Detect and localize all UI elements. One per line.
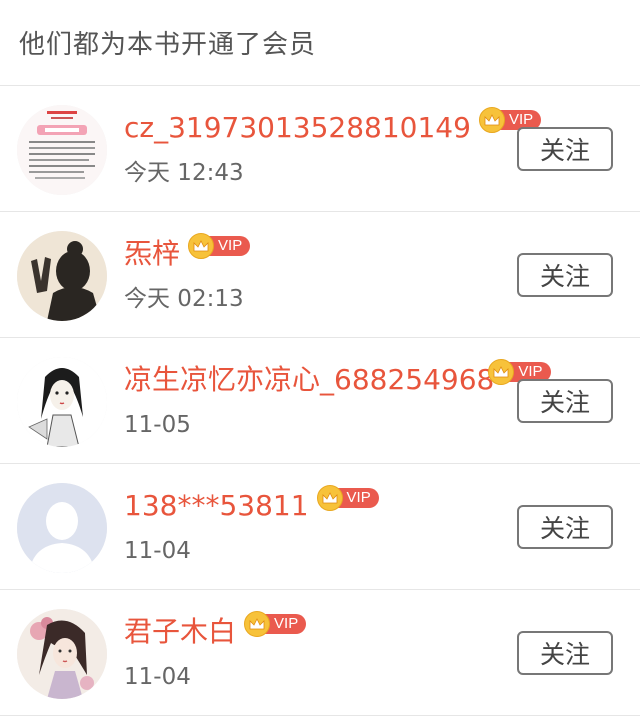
follow-button[interactable]: 关注 [517, 379, 613, 423]
list-item[interactable]: cz_31973013528810149 VIP 今天 12:43 关注 [0, 86, 640, 212]
crown-icon [478, 107, 505, 133]
join-time: 今天 12:43 [124, 160, 244, 186]
join-time: 11-05 [124, 412, 191, 438]
follow-button[interactable]: 关注 [517, 127, 613, 171]
name-line: 君子木白 VIP [124, 611, 307, 652]
ink-girl-avatar-icon [17, 357, 107, 447]
default-avatar-icon [17, 483, 107, 573]
join-time: 11-04 [124, 664, 191, 690]
screenshot-avatar-icon [17, 105, 107, 195]
vip-badge: VIP [316, 485, 379, 511]
avatar[interactable] [17, 105, 107, 195]
vip-badge: VIP [188, 233, 251, 259]
name-line: 凉生凉忆亦凉心_688254968 VIP [124, 359, 551, 400]
member-list-page: 他们都为本书开通了会员 cz_31973013528810149 VIP 今天 … [0, 0, 640, 727]
avatar[interactable] [17, 231, 107, 321]
avatar[interactable] [17, 609, 107, 699]
follow-button[interactable]: 关注 [517, 631, 613, 675]
member-name[interactable]: 138***53811 [124, 486, 309, 526]
member-list: cz_31973013528810149 VIP 今天 12:43 关注 炁梓 … [0, 86, 640, 716]
vip-badge: VIP [244, 611, 307, 637]
flower-girl-avatar-icon [17, 609, 107, 699]
name-line: 炁梓 VIP [124, 233, 251, 274]
member-name[interactable]: 凉生凉忆亦凉心_688254968 [124, 360, 494, 400]
join-time: 11-04 [124, 538, 191, 564]
name-line: cz_31973013528810149 VIP [124, 107, 542, 148]
member-name[interactable]: 炁梓 [124, 234, 180, 274]
avatar[interactable] [17, 357, 107, 447]
list-item[interactable]: 138***53811 VIP 11-04 关注 [0, 464, 640, 590]
follow-button[interactable]: 关注 [517, 253, 613, 297]
follow-button[interactable]: 关注 [517, 505, 613, 549]
header: 他们都为本书开通了会员 [0, 0, 640, 86]
list-item[interactable]: 凉生凉忆亦凉心_688254968 VIP 11-05 关注 [0, 338, 640, 464]
list-item[interactable]: 炁梓 VIP 今天 02:13 关注 [0, 212, 640, 338]
crown-icon [188, 233, 215, 259]
member-name[interactable]: cz_31973013528810149 [124, 108, 471, 148]
name-line: 138***53811 VIP [124, 485, 379, 526]
join-time: 今天 02:13 [124, 286, 244, 312]
list-item[interactable]: 君子木白 VIP 11-04 关注 [0, 590, 640, 716]
crown-icon [316, 485, 343, 511]
page-title: 他们都为本书开通了会员 [19, 30, 317, 60]
crown-icon [244, 611, 271, 637]
silhouette-avatar-icon [17, 231, 107, 321]
avatar[interactable] [17, 483, 107, 573]
member-name[interactable]: 君子木白 [124, 612, 236, 652]
